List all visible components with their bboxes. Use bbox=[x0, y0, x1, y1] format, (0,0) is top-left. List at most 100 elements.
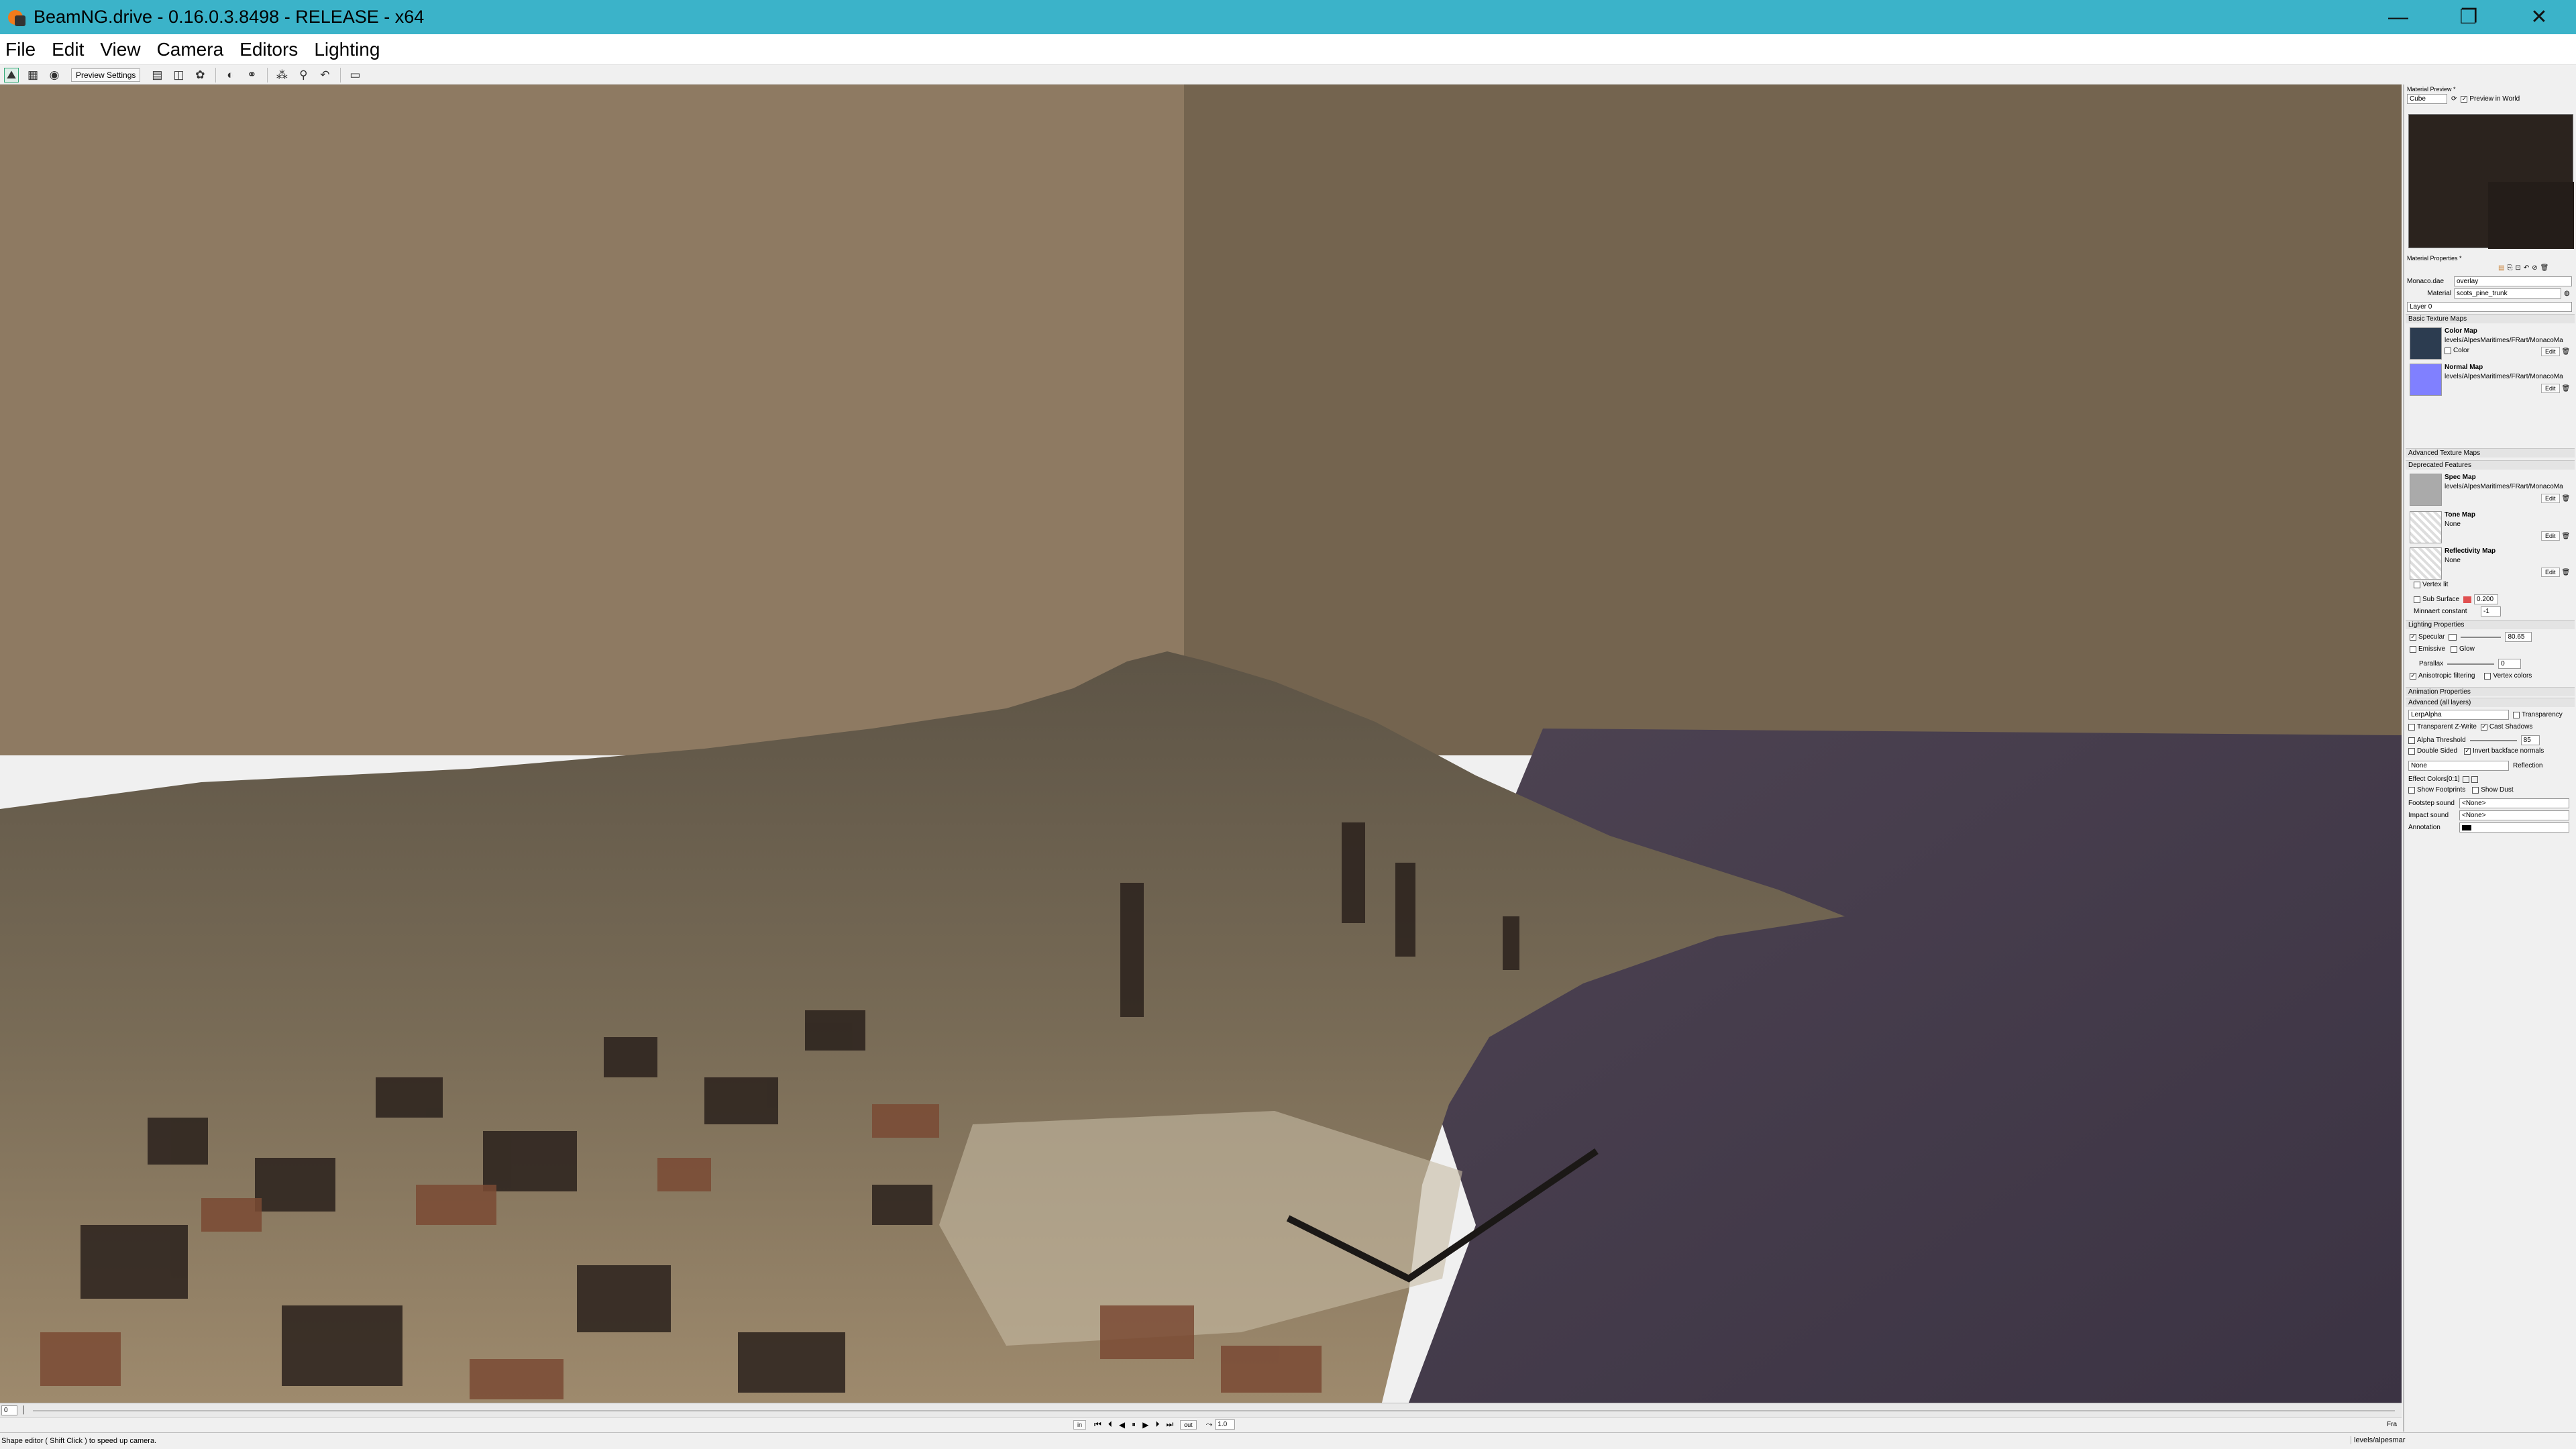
specular-slider[interactable] bbox=[2461, 636, 2502, 638]
timeline-marker-icon[interactable]: ⏐ bbox=[21, 1405, 26, 1415]
spec-map-thumbnail[interactable] bbox=[2410, 474, 2442, 506]
spec-map-delete-icon[interactable]: 🗑 bbox=[2562, 495, 2571, 502]
step-back-icon[interactable]: ◀ bbox=[1119, 1420, 1125, 1430]
double-sided-checkbox[interactable] bbox=[2408, 747, 2415, 755]
reflection-select[interactable]: None bbox=[2408, 761, 2509, 771]
section-deprecated-features[interactable]: Deprecated Features bbox=[2406, 460, 2575, 470]
sub-surface-value[interactable]: 0.200 bbox=[2474, 594, 2499, 604]
last-frame-icon[interactable]: ⏭ bbox=[1166, 1419, 1173, 1430]
minimize-button[interactable]: — bbox=[2365, 0, 2432, 34]
effect-color-0-swatch[interactable] bbox=[2462, 775, 2469, 783]
specular-color-swatch[interactable] bbox=[2449, 633, 2457, 641]
parallax-slider[interactable] bbox=[2447, 663, 2495, 665]
impact-sound-select[interactable]: <None> bbox=[2459, 810, 2569, 820]
copy-icon[interactable]: ⎘ bbox=[2507, 264, 2512, 272]
reflectivity-map-delete-icon[interactable]: 🗑 bbox=[2562, 569, 2571, 576]
reflectivity-map-thumbnail[interactable] bbox=[2410, 547, 2442, 580]
color-map-delete-icon[interactable]: 🗑 bbox=[2562, 348, 2571, 356]
tone-map-edit-button[interactable]: Edit bbox=[2541, 531, 2560, 541]
minnaert-value[interactable]: -1 bbox=[2481, 606, 2501, 616]
vertex-colors-checkbox[interactable] bbox=[2484, 672, 2491, 680]
snap-icon[interactable]: ⁂ bbox=[274, 68, 289, 83]
transparency-checkbox[interactable] bbox=[2513, 711, 2520, 718]
pause-icon[interactable]: ⏸ bbox=[1132, 1419, 1136, 1430]
tone-map-thumbnail[interactable] bbox=[2410, 511, 2442, 543]
link-icon[interactable]: ⚭ bbox=[244, 68, 259, 83]
delete-icon[interactable]: 🗑 bbox=[2540, 264, 2549, 272]
sub-surface-checkbox[interactable] bbox=[2414, 596, 2420, 603]
palette-icon[interactable]: ✿ bbox=[193, 68, 207, 83]
in-button[interactable]: in bbox=[1073, 1419, 1087, 1430]
specular-checkbox[interactable]: ✓ bbox=[2410, 633, 2416, 641]
section-lighting-properties[interactable]: Lighting Properties bbox=[2406, 620, 2575, 629]
close-button[interactable]: ✕ bbox=[2506, 0, 2573, 34]
menu-camera[interactable]: Camera bbox=[156, 39, 225, 60]
undo-icon[interactable]: ↶ bbox=[317, 68, 332, 83]
grid-icon[interactable]: ▤ bbox=[150, 68, 164, 83]
alpha-threshold-checkbox[interactable] bbox=[2408, 737, 2415, 744]
blend-mode-select[interactable]: LerpAlpha bbox=[2408, 710, 2509, 720]
spec-map-edit-button[interactable]: Edit bbox=[2541, 494, 2560, 503]
camera-icon[interactable]: ◫ bbox=[171, 68, 186, 83]
frame-input[interactable]: 0 bbox=[1, 1405, 17, 1415]
parallax-value[interactable]: 0 bbox=[2498, 659, 2522, 669]
emissive-checkbox[interactable] bbox=[2410, 645, 2416, 653]
annotation-select[interactable] bbox=[2459, 822, 2569, 833]
footstep-sound-select[interactable]: <None> bbox=[2459, 798, 2569, 808]
material-name-input[interactable]: scots_pine_trunk bbox=[2454, 288, 2561, 299]
color-checkbox[interactable] bbox=[2445, 347, 2451, 354]
preview-shape-select[interactable]: Cube bbox=[2407, 94, 2447, 104]
vertex-lit-checkbox[interactable] bbox=[2414, 581, 2420, 588]
speed-input[interactable]: 1.0 bbox=[1215, 1419, 1236, 1430]
menu-lighting[interactable]: Lighting bbox=[313, 39, 381, 60]
effect-color-1-swatch[interactable] bbox=[2471, 775, 2478, 783]
normal-map-delete-icon[interactable]: 🗑 bbox=[2562, 385, 2571, 392]
menu-edit[interactable]: Edit bbox=[50, 39, 85, 60]
section-advanced-texture-maps[interactable]: Advanced Texture Maps bbox=[2406, 448, 2575, 458]
specular-value[interactable]: 80.65 bbox=[2505, 632, 2532, 642]
cast-shadows-checkbox[interactable]: ✓ bbox=[2480, 723, 2487, 731]
normal-map-edit-button[interactable]: Edit bbox=[2541, 384, 2560, 393]
gui-editor-icon[interactable]: ▦ bbox=[25, 68, 40, 83]
anisotropic-checkbox[interactable]: ✓ bbox=[2410, 672, 2416, 680]
world-editor-icon[interactable]: ⛰ bbox=[4, 67, 19, 83]
tone-map-delete-icon[interactable]: 🗑 bbox=[2562, 533, 2571, 540]
section-animation-properties[interactable]: Animation Properties bbox=[2406, 687, 2575, 696]
play-game-icon[interactable]: ◉ bbox=[47, 68, 62, 83]
maximize-button[interactable]: ❐ bbox=[2435, 0, 2502, 34]
play-icon[interactable]: ▶ bbox=[1142, 1420, 1148, 1430]
material-preview-viewport[interactable] bbox=[2408, 114, 2574, 249]
menu-file[interactable]: File bbox=[4, 39, 37, 60]
refresh-icon[interactable]: ⟳ bbox=[2451, 95, 2457, 103]
invert-backface-checkbox[interactable]: ✓ bbox=[2464, 747, 2471, 755]
bones-icon[interactable]: ⚲ bbox=[296, 68, 311, 83]
mapto-select[interactable]: overlay bbox=[2454, 276, 2572, 286]
lock-icon[interactable]: ◍ bbox=[2564, 290, 2570, 297]
layer-select[interactable]: Layer 0 bbox=[2407, 302, 2572, 312]
menu-view[interactable]: View bbox=[99, 39, 142, 60]
normal-map-thumbnail[interactable] bbox=[2410, 364, 2442, 396]
sub-surface-color-swatch[interactable] bbox=[2463, 596, 2472, 603]
alpha-threshold-slider[interactable] bbox=[2469, 739, 2517, 741]
preview-settings-button[interactable]: Preview Settings bbox=[71, 68, 141, 82]
first-frame-icon[interactable]: ⏮ bbox=[1094, 1419, 1102, 1430]
timeline-track[interactable] bbox=[32, 1409, 2395, 1411]
screenshot-icon[interactable]: ▭ bbox=[347, 68, 362, 83]
next-key-icon[interactable]: ⏵ bbox=[1155, 1419, 1159, 1430]
prev-key-icon[interactable]: ⏴ bbox=[1108, 1419, 1112, 1430]
section-basic-texture-maps[interactable]: Basic Texture Maps bbox=[2406, 314, 2575, 323]
visibility-icon[interactable]: ◐ bbox=[223, 68, 237, 83]
save-icon[interactable]: ⊡ bbox=[2515, 264, 2520, 272]
show-dust-checkbox[interactable] bbox=[2472, 786, 2479, 794]
revert-icon[interactable]: ↶ bbox=[2524, 264, 2529, 272]
reflectivity-map-edit-button[interactable]: Edit bbox=[2541, 568, 2560, 577]
new-material-icon[interactable]: ▤ bbox=[2498, 264, 2504, 272]
show-footprints-checkbox[interactable] bbox=[2408, 786, 2415, 794]
glow-checkbox[interactable] bbox=[2451, 645, 2458, 653]
section-advanced-all-layers[interactable]: Advanced (all layers) bbox=[2406, 698, 2575, 707]
color-map-edit-button[interactable]: Edit bbox=[2541, 347, 2560, 356]
menu-editors[interactable]: Editors bbox=[238, 39, 299, 60]
3d-viewport[interactable] bbox=[0, 85, 2402, 1403]
alpha-threshold-value[interactable]: 85 bbox=[2520, 735, 2540, 745]
preview-in-world-checkbox[interactable]: ✓ bbox=[2461, 95, 2468, 103]
